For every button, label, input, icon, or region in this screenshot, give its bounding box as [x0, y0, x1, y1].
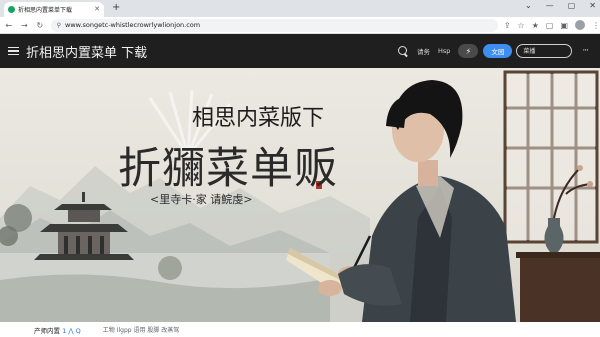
forward-arrow-icon[interactable]: → — [18, 21, 32, 30]
hero-subtitle: 相思内菜版下 — [192, 106, 325, 131]
primary-button[interactable]: 文园 — [483, 44, 513, 58]
browser-menu-icon[interactable]: ⋮ — [592, 21, 600, 30]
close-window-icon[interactable]: ✕ — [589, 1, 596, 10]
tab-close-icon[interactable]: ✕ — [94, 6, 100, 13]
share-icon[interactable]: ⇪ — [504, 21, 511, 30]
chevron-down-icon[interactable]: ⌄ — [525, 1, 532, 10]
address-bar[interactable]: ⚲ www.songetc-whistlecrowrlywlionjon.com — [50, 18, 498, 32]
header-link-2[interactable]: Hsp — [438, 47, 450, 55]
content-heading-text: 产师内置 — [34, 326, 60, 335]
content-heading: 产师内置 1 ⋀ Q — [34, 325, 81, 335]
browser-tab-active[interactable]: 折相思内置菜单下载 ✕ — [4, 2, 104, 17]
window-light — [507, 74, 595, 240]
maximize-icon[interactable]: ▢ — [568, 1, 576, 10]
content-meta: 工物 Ilgpp 语用 股脚 改蒸驾 — [102, 327, 180, 334]
header-link-1[interactable]: 请务 — [417, 46, 430, 56]
hero-title: 折獼菜单贩 — [118, 144, 338, 194]
site-favicon-icon — [8, 6, 15, 13]
content-strip: 产师内置 1 ⋀ Q 工物 Ilgpp 语用 股脚 改蒸驾 — [0, 322, 600, 337]
browser-toolbar: ← → ↻ ⚲ www.songetc-whistlecrowrlywlionj… — [0, 17, 600, 34]
hero-banner: 相思内菜版下 折獼菜单贩 <里寺卡·家 请鯇虔> — [0, 68, 600, 322]
tab-title: 折相思内置菜单下载 — [18, 7, 73, 14]
extensions-icon[interactable]: ★ — [532, 21, 539, 30]
tab-search-icon[interactable]: ▣ — [560, 21, 568, 30]
hamburger-menu-icon[interactable] — [8, 46, 19, 56]
new-tab-icon[interactable]: + — [112, 2, 120, 14]
header-search-input[interactable] — [516, 44, 573, 58]
reload-icon[interactable]: ↻ — [33, 21, 47, 30]
hero-tagline: <里寺卡·家 请鯇虔> — [150, 193, 253, 206]
wooden-table — [520, 256, 600, 322]
profile-avatar[interactable] — [575, 20, 586, 30]
window-controls: ⌄ — ▢ ✕ — [525, 1, 596, 10]
lightning-icon[interactable]: ⚡ — [458, 44, 479, 58]
more-options-icon[interactable]: ··· — [582, 46, 589, 56]
site-title: 折相思内置菜单 下载 — [26, 45, 148, 61]
url-text: www.songetc-whistlecrowrlywlionjon.com — [65, 21, 201, 29]
browser-tab-strip: 折相思内置菜单下载 ✕ + ⌄ — ▢ ✕ — [0, 0, 600, 17]
site-header: 折相思内置菜单 下载 请务 Hsp ⚡ 文园 ··· — [0, 34, 600, 68]
back-arrow-icon[interactable]: ← — [2, 21, 16, 30]
header-actions: 请务 Hsp ⚡ 文园 ··· — [398, 34, 589, 68]
site-info-icon[interactable]: ⚲ — [57, 22, 61, 29]
toolbar-actions: ⇪ ☆ ★ ▢ ▣ ⋮ — [504, 20, 600, 30]
content-badge[interactable]: 1 ⋀ Q — [62, 327, 81, 335]
sidebar-icon[interactable]: ▢ — [546, 21, 554, 30]
table-top — [516, 252, 600, 258]
bookmark-star-icon[interactable]: ☆ — [518, 21, 525, 30]
search-icon[interactable] — [398, 45, 409, 57]
minimize-icon[interactable]: — — [546, 1, 554, 10]
tree — [158, 256, 182, 280]
